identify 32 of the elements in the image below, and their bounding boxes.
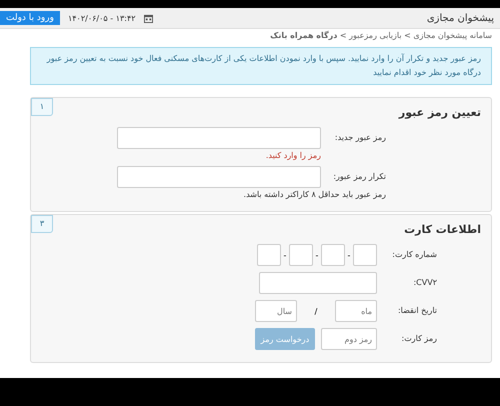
cvv2-field[interactable] [259, 272, 377, 294]
password-field[interactable] [117, 166, 321, 188]
separator: - [346, 250, 352, 260]
step-badge: ۱ [31, 98, 53, 116]
login-button[interactable]: ورود با دولت [0, 11, 60, 25]
field-label: رمز کارت: [400, 333, 437, 345]
step-badge: ۳ [31, 215, 53, 233]
separator: - [282, 250, 288, 260]
hint-text: رمز عبور باید حداقل ۸ کاراکتر داشته باشد. [244, 190, 386, 199]
field-label: شماره کارت: [391, 249, 437, 261]
calendar-icon [144, 14, 153, 22]
section-title: اطلاعات کارت [404, 223, 481, 236]
year-field[interactable]: سال [255, 300, 297, 322]
section-title: تعیین رمز عبور [398, 106, 481, 119]
password-field[interactable] [117, 127, 321, 149]
info-alert: رمز عبور جدید و تکرار آن را وارد نمایید. سپس با وارد نمودن اطلاعات یکی از کارت‌های مسکنی فعال خود نسبت به تعیین رمز عبور درگاه مورد نظر خود اقدام نمایید [30, 47, 492, 85]
card-number-field[interactable] [353, 244, 377, 266]
card-number-field[interactable] [289, 244, 313, 266]
field-label: CVV۲: [412, 277, 437, 289]
error-message: رمز را وارد کنید. [266, 151, 321, 160]
app-title: پیشخوان مجازی [426, 12, 494, 24]
field-label: رمز عبور جدید: [334, 132, 386, 144]
card-number-field[interactable] [321, 244, 345, 266]
datetime: ۱۴۰۲/۰۶/۰۵ - ۱۳:۴۲ [68, 14, 136, 22]
field-label: تکرار رمز عبور: [332, 171, 386, 183]
pin-field[interactable]: رمز دوم [321, 328, 377, 350]
month-field[interactable]: ماه [335, 300, 377, 322]
field-label: تاریخ انقضا: [396, 305, 437, 317]
separator: / [314, 306, 318, 316]
breadcrumb: سامانه پیشخوان مجازی > بازیابی رمزعبور > درگاه همراه بانک [270, 31, 492, 40]
card-number-field[interactable] [257, 244, 281, 266]
separator: - [314, 250, 320, 260]
